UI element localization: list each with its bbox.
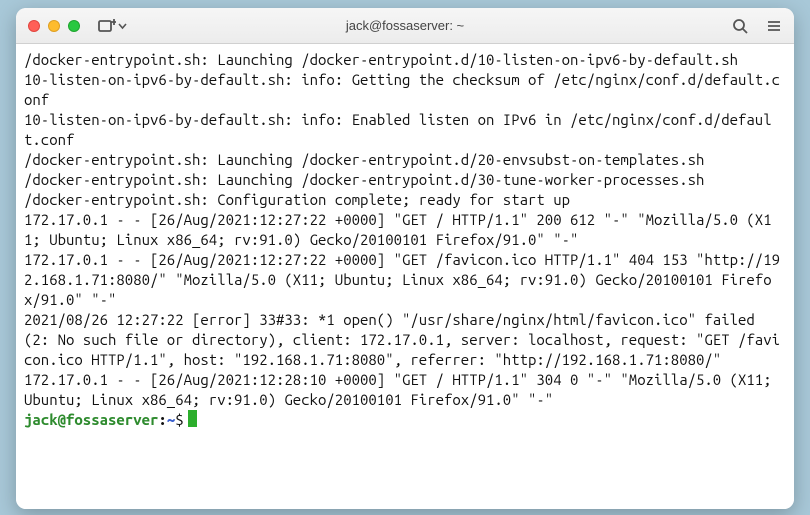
prompt-symbol: $ xyxy=(175,411,183,428)
search-icon xyxy=(732,18,748,34)
minimize-button[interactable] xyxy=(48,20,60,32)
search-button[interactable] xyxy=(732,18,748,34)
new-tab-button[interactable] xyxy=(98,18,127,34)
prompt-user-host: jack@fossaserver xyxy=(24,411,158,428)
window-controls xyxy=(28,20,80,32)
chevron-down-icon xyxy=(118,18,127,34)
new-tab-icon xyxy=(98,18,116,34)
terminal-window: jack@fossaserver: ~ /docker-entrypoint.s… xyxy=(16,8,794,509)
terminal-lines: /docker-entrypoint.sh: Launching /docker… xyxy=(24,51,780,408)
window-title: jack@fossaserver: ~ xyxy=(16,18,794,33)
maximize-button[interactable] xyxy=(68,20,80,32)
prompt-separator: : xyxy=(158,411,166,428)
toolbar-right xyxy=(732,18,782,34)
cursor-block xyxy=(188,410,197,427)
close-button[interactable] xyxy=(28,20,40,32)
terminal-output[interactable]: /docker-entrypoint.sh: Launching /docker… xyxy=(16,44,794,509)
titlebar: jack@fossaserver: ~ xyxy=(16,8,794,44)
menu-button[interactable] xyxy=(766,18,782,34)
prompt-path: ~ xyxy=(167,411,175,428)
menu-icon xyxy=(766,18,782,34)
